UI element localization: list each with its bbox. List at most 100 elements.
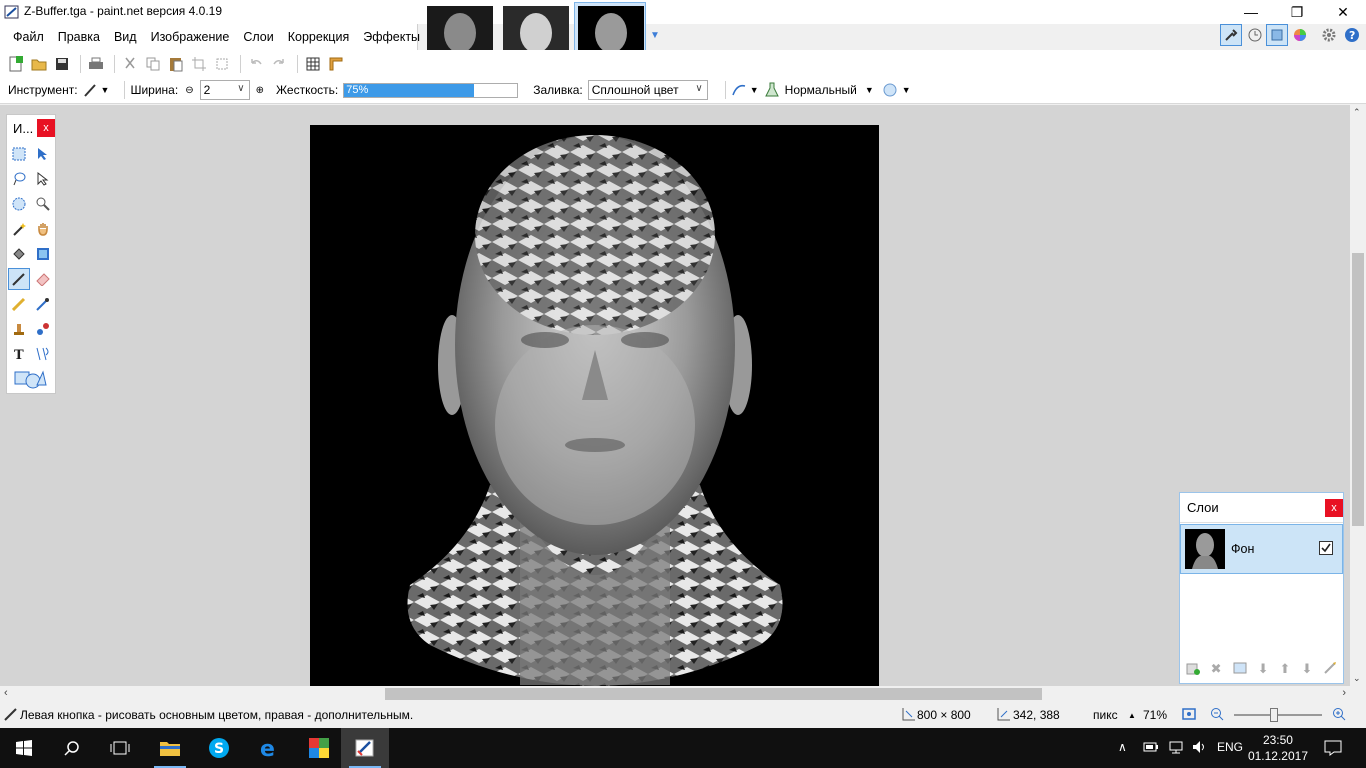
rulers-icon[interactable] [326, 54, 346, 74]
paintbrush-tool-icon[interactable] [83, 82, 99, 98]
action-center-icon[interactable] [1324, 740, 1342, 759]
crop-to-selection-icon[interactable] [189, 54, 209, 74]
lasso-select-icon[interactable] [8, 168, 30, 190]
close-button[interactable]: ✕ [1320, 0, 1366, 24]
antialiasing-icon[interactable] [731, 82, 747, 98]
open-folder-icon[interactable] [29, 54, 49, 74]
save-icon[interactable] [52, 54, 72, 74]
paintbrush-icon[interactable] [8, 268, 30, 290]
text-tool-icon[interactable]: T [8, 343, 30, 365]
taskbar-skype[interactable]: S [195, 728, 243, 768]
canvas-workspace[interactable] [0, 105, 1350, 686]
eraser-icon[interactable] [32, 268, 54, 290]
menu-effects[interactable]: Эффекты [356, 24, 427, 50]
zoom-slider[interactable] [1234, 714, 1322, 716]
delete-layer-icon[interactable]: ✖ [1211, 661, 1222, 677]
menu-view[interactable]: Вид [107, 24, 144, 50]
move-layer-down-icon[interactable]: ⬇ [1301, 661, 1312, 677]
paint-bucket-icon[interactable] [8, 243, 30, 265]
new-image-icon[interactable] [6, 54, 26, 74]
recolor-icon[interactable] [32, 318, 54, 340]
gradient-icon[interactable] [32, 243, 54, 265]
colors-icon[interactable] [1289, 24, 1311, 46]
blend-mode-dropdown-icon[interactable]: ▼ [865, 85, 874, 95]
help-icon[interactable]: ? [1341, 24, 1363, 46]
start-button[interactable] [0, 728, 48, 768]
move-selection-icon[interactable] [32, 168, 54, 190]
task-view-button[interactable] [96, 728, 144, 768]
input-language[interactable]: ENG [1217, 740, 1243, 754]
tools-window-close-button[interactable]: x [37, 119, 55, 137]
layer-properties-icon[interactable] [1323, 661, 1337, 678]
menu-layers[interactable]: Слои [236, 24, 280, 50]
zoom-value[interactable]: 71% [1143, 708, 1167, 722]
menu-file[interactable]: Файл [6, 24, 51, 50]
duplicate-layer-icon[interactable] [1233, 661, 1247, 678]
taskbar-file-explorer[interactable] [146, 728, 194, 768]
clone-stamp-icon[interactable] [8, 318, 30, 340]
layers-window-close-button[interactable]: x [1325, 499, 1343, 517]
magic-wand-icon[interactable] [8, 218, 30, 240]
taskbar-clock[interactable]: 23:50 01.12.2017 [1248, 732, 1308, 764]
zoom-to-window-icon[interactable] [1181, 707, 1197, 724]
merge-layer-down-icon[interactable]: ⬇ [1258, 661, 1269, 677]
selection-mode-dropdown-icon[interactable]: ▼ [902, 85, 911, 95]
pencil-icon[interactable] [8, 293, 30, 315]
print-icon[interactable] [86, 54, 106, 74]
taskbar-app[interactable] [295, 728, 343, 768]
scroll-right-icon[interactable]: › [1342, 687, 1346, 699]
layer-visibility-checkbox[interactable] [1319, 541, 1333, 555]
settings-gear-icon[interactable] [1318, 24, 1340, 46]
grid-icon[interactable] [303, 54, 323, 74]
hardness-slider[interactable]: 75% [343, 82, 519, 98]
redo-icon[interactable] [269, 54, 289, 74]
vertical-scrollbar[interactable]: ⌃ ⌄ [1350, 105, 1366, 686]
menu-image[interactable]: Изображение [144, 24, 237, 50]
width-decrease-icon[interactable]: ⊖ [185, 85, 193, 96]
scroll-left-icon[interactable]: ‹ [4, 687, 8, 699]
units-selector[interactable]: пикс [1093, 708, 1118, 722]
layer-row[interactable]: Фон [1180, 524, 1343, 574]
vertical-scroll-thumb[interactable] [1352, 253, 1364, 526]
cut-icon[interactable] [120, 54, 140, 74]
paste-icon[interactable] [166, 54, 186, 74]
color-picker-icon[interactable] [32, 293, 54, 315]
zoom-slider-thumb[interactable] [1270, 708, 1278, 722]
selection-mode-icon[interactable] [882, 82, 898, 98]
antialiasing-dropdown-icon[interactable]: ▼ [750, 85, 759, 95]
units-dropdown-icon[interactable]: ▲ [1128, 711, 1136, 720]
zoom-out-icon[interactable] [1210, 707, 1224, 724]
line-curve-icon[interactable] [32, 343, 54, 365]
width-increase-icon[interactable]: ⊕ [256, 85, 264, 96]
network-icon[interactable] [1168, 740, 1184, 757]
show-hidden-icons-icon[interactable]: ∧ [1118, 740, 1127, 754]
minimize-button[interactable]: — [1228, 0, 1274, 24]
deselect-icon[interactable] [212, 54, 232, 74]
blend-mode-value[interactable]: Нормальный [785, 83, 857, 97]
move-selected-icon[interactable] [32, 143, 54, 165]
add-layer-icon[interactable] [1186, 661, 1200, 678]
layers-window-toggle-icon[interactable] [1266, 24, 1288, 46]
battery-icon[interactable] [1143, 740, 1159, 757]
copy-icon[interactable] [143, 54, 163, 74]
scroll-down-icon[interactable]: ⌄ [1353, 673, 1361, 684]
rectangle-select-icon[interactable] [8, 143, 30, 165]
tool-dropdown-arrow-icon[interactable]: ▼ [101, 85, 110, 95]
maximize-button[interactable]: ❐ [1274, 0, 1320, 24]
thumbnails-dropdown-icon[interactable]: ▼ [650, 30, 660, 41]
image-canvas[interactable] [310, 125, 879, 686]
horizontal-scrollbar[interactable]: ‹ › [0, 686, 1350, 702]
zoom-in-icon[interactable] [1332, 707, 1346, 724]
scroll-up-icon[interactable]: ⌃ [1353, 107, 1361, 118]
menu-edit[interactable]: Правка [51, 24, 107, 50]
shapes-icon[interactable] [13, 368, 47, 390]
undo-icon[interactable] [246, 54, 266, 74]
brush-width-combo[interactable]: 2 ∨ [199, 80, 250, 100]
tools-window-toggle-icon[interactable] [1220, 24, 1242, 46]
move-layer-up-icon[interactable]: ⬆ [1280, 661, 1291, 677]
zoom-icon[interactable] [32, 193, 54, 215]
pan-hand-icon[interactable] [32, 218, 54, 240]
fill-mode-combo[interactable]: Сплошной цвет ∨ [587, 80, 708, 100]
menu-adjustments[interactable]: Коррекция [281, 24, 356, 50]
ellipse-select-icon[interactable] [8, 193, 30, 215]
